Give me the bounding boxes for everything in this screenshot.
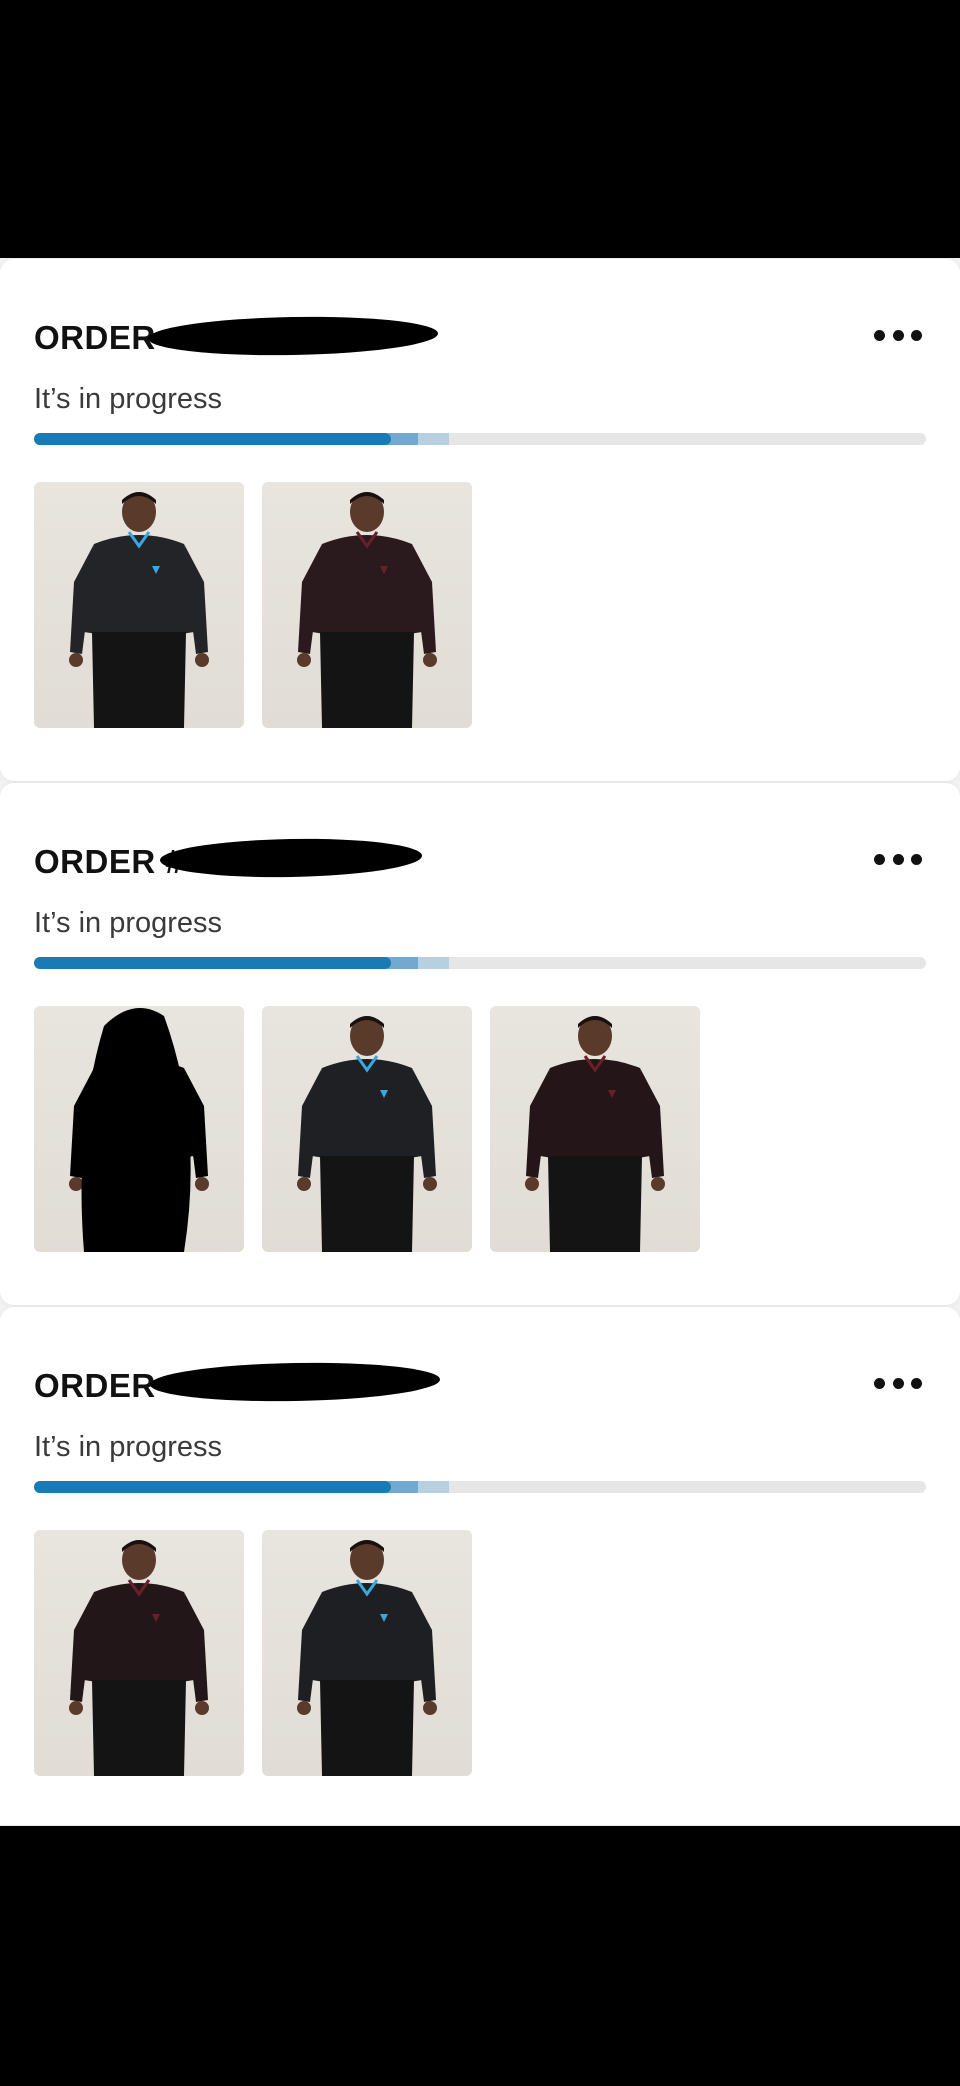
product-image-hoodie-blue-zip[interactable] [34, 482, 244, 728]
order-card[interactable]: ORDER It’s in progress [0, 259, 960, 781]
redaction-scribble [159, 836, 423, 880]
order-card[interactable]: ORDER It’s in progress [0, 1307, 960, 1825]
order-progress-bar [34, 957, 926, 969]
more-horizontal-icon [874, 329, 885, 341]
redaction-scribble [149, 1360, 441, 1404]
more-options-button[interactable] [874, 1373, 922, 1393]
product-image-longsleeve-burgundy[interactable] [490, 1006, 700, 1252]
order-status: It’s in progress [34, 907, 223, 939]
order-title: ORDER [34, 1367, 156, 1404]
order-items [34, 1530, 472, 1776]
order-items [34, 482, 472, 728]
more-horizontal-icon [874, 1377, 885, 1389]
more-options-button[interactable] [874, 325, 922, 345]
product-image-tee-burgundy[interactable] [34, 1530, 244, 1776]
bottom-blackout [0, 1826, 960, 2086]
product-image-longsleeve-black[interactable] [262, 1006, 472, 1252]
redaction-scribble [147, 314, 439, 358]
product-image-redacted[interactable] [34, 1006, 244, 1252]
order-items [34, 1006, 700, 1252]
more-horizontal-icon [874, 853, 885, 865]
order-status: It’s in progress [34, 1431, 223, 1463]
product-image-hoodie-burgundy[interactable] [262, 482, 472, 728]
order-progress-bar [34, 1481, 926, 1493]
product-image-tee-black[interactable] [262, 1530, 472, 1776]
more-options-button[interactable] [874, 849, 922, 869]
order-title: ORDER [34, 319, 156, 356]
order-card[interactable]: ORDER # It’s in progress [0, 783, 960, 1305]
top-blackout [0, 0, 960, 258]
order-status: It’s in progress [34, 383, 223, 415]
order-progress-bar [34, 433, 926, 445]
